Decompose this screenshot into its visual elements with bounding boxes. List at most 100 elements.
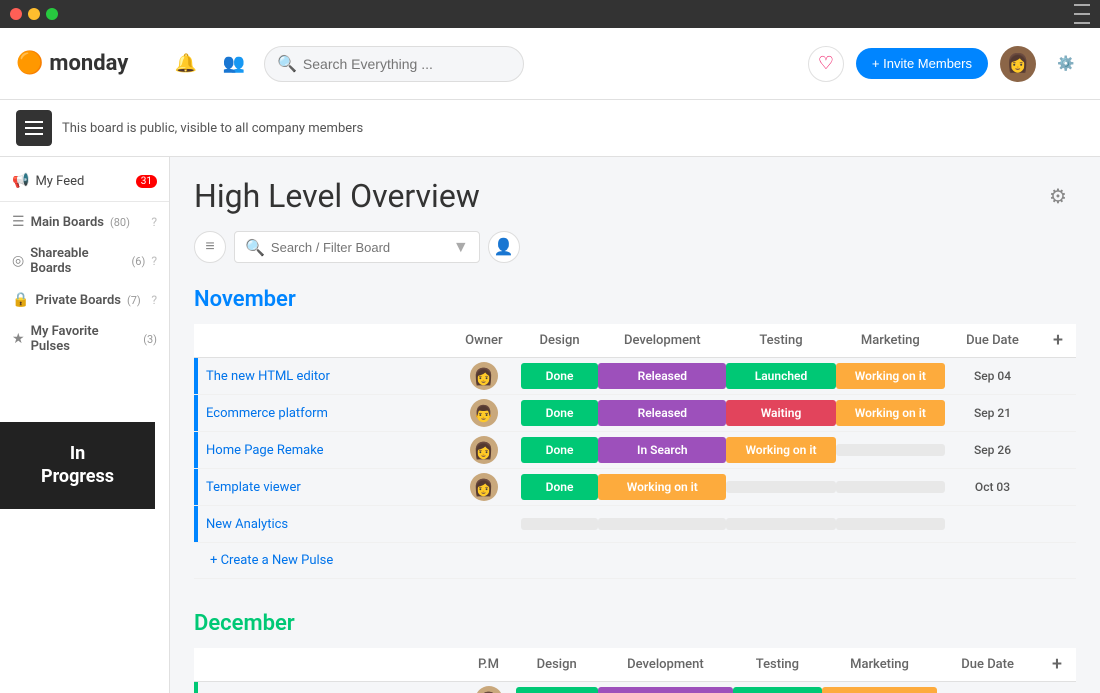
testing-status[interactable] — [726, 481, 835, 493]
marketing-cell[interactable]: Working on it — [836, 358, 945, 395]
team-button[interactable]: 👥 — [216, 46, 252, 82]
marketing-status[interactable] — [836, 518, 945, 530]
development-cell[interactable]: Released — [598, 358, 726, 395]
december-table: P.M Design Development Testing Marketing… — [194, 648, 1076, 693]
row-label[interactable]: New App — [198, 682, 461, 693]
row-label[interactable]: New Analytics — [198, 506, 447, 542]
menu-toggle-button[interactable] — [16, 110, 52, 146]
shareable-boards-help[interactable]: ? — [151, 254, 157, 268]
marketing-cell[interactable] — [836, 506, 945, 543]
main-boards-help[interactable]: ? — [151, 215, 157, 229]
testing-cell[interactable]: Launched — [726, 358, 835, 395]
development-status[interactable]: Working on it — [598, 474, 726, 500]
favorites-button[interactable]: ♡ — [808, 46, 844, 82]
design-cell[interactable]: Done — [521, 395, 599, 432]
add-column-dec-button[interactable]: + — [1038, 648, 1076, 682]
filter-search-bar[interactable]: 🔍 ▼ — [234, 231, 480, 263]
marketing-status[interactable]: Working on it — [836, 400, 945, 426]
design-status[interactable]: Done — [521, 474, 599, 500]
design-cell[interactable]: Done — [521, 432, 599, 469]
filter-dropdown-icon[interactable]: ▼ — [453, 237, 469, 257]
marketing-cell[interactable]: Working on it — [822, 682, 938, 693]
design-status[interactable]: Done — [516, 687, 598, 693]
testing-cell[interactable]: Waiting — [726, 395, 835, 432]
owner-avatar: 👩 — [475, 686, 503, 693]
design-cell[interactable]: Done — [516, 682, 598, 693]
add-column-button[interactable]: + — [1040, 324, 1076, 358]
star-icon: ★ — [12, 331, 25, 347]
testing-cell[interactable] — [726, 506, 835, 543]
marketing-cell[interactable] — [836, 432, 945, 469]
testing-status[interactable]: Waiting — [726, 400, 835, 426]
development-cell[interactable]: In Search — [598, 432, 726, 469]
close-dot[interactable] — [10, 8, 22, 20]
marketing-status[interactable]: Working on it — [822, 687, 938, 693]
development-cell[interactable]: Released — [598, 682, 733, 693]
filter-search-input[interactable] — [271, 240, 447, 255]
search-input[interactable] — [303, 56, 511, 72]
row-label-cell: Home Page Remake — [198, 432, 447, 469]
development-status[interactable]: In Search — [598, 437, 726, 463]
row-label[interactable]: The new HTML editor — [198, 358, 447, 394]
design-cell[interactable] — [521, 506, 599, 543]
testing-status[interactable]: Launched — [733, 687, 822, 693]
testing-cell[interactable]: Working on it — [726, 432, 835, 469]
testing-cell[interactable] — [726, 469, 835, 506]
board-title-row: High Level Overview ⚙ — [194, 177, 1076, 215]
minimize-dot[interactable] — [28, 8, 40, 20]
testing-cell[interactable]: Launched — [733, 682, 822, 693]
design-status[interactable] — [521, 518, 599, 530]
person-filter-button[interactable]: 👤 — [488, 231, 520, 263]
row-label[interactable]: Template viewer — [198, 469, 447, 505]
marketing-status[interactable] — [836, 481, 945, 493]
sidebar-item-private-boards[interactable]: 🔒 Private Boards (7) ? — [0, 284, 169, 316]
sidebar-item-shareable-boards[interactable]: ◎ Shareable Boards (6) ? — [0, 238, 169, 284]
development-cell[interactable]: Working on it — [598, 469, 726, 506]
development-status[interactable]: Released — [598, 687, 733, 693]
table-row: Template viewer 👩 Done Working on it Oct… — [194, 469, 1076, 506]
public-banner: This board is public, visible to all com… — [0, 100, 1100, 157]
testing-status[interactable] — [726, 518, 835, 530]
marketing-cell[interactable]: Working on it — [836, 395, 945, 432]
december-header-row: P.M Design Development Testing Marketing… — [194, 648, 1076, 682]
development-status[interactable]: Released — [598, 363, 726, 389]
search-bar[interactable]: 🔍 — [264, 46, 524, 82]
row-label[interactable]: Ecommerce platform — [198, 395, 447, 431]
development-cell[interactable] — [598, 506, 726, 543]
marketing-status[interactable] — [836, 444, 945, 456]
sidebar-item-favorites[interactable]: ★ My Favorite Pulses (3) — [0, 316, 169, 362]
board-settings-button[interactable]: ⚙ — [1040, 178, 1076, 214]
view-toggle-button[interactable]: ≡ — [194, 231, 226, 263]
owner-cell: 👩 — [447, 469, 521, 506]
invite-members-button[interactable]: + Invite Members — [856, 48, 988, 79]
marketing-cell[interactable] — [836, 469, 945, 506]
design-cell[interactable]: Done — [521, 469, 599, 506]
row-label[interactable]: Home Page Remake — [198, 432, 447, 468]
lock-icon: 🔒 — [12, 292, 29, 308]
november-section: November Owner Design Development Testin… — [194, 287, 1076, 579]
settings-icon[interactable]: ⚙️ — [1048, 46, 1084, 82]
in-progress-overlay: InProgress — [0, 422, 155, 509]
due-date-cell: Sep 04 — [945, 358, 1040, 395]
user-avatar[interactable]: 👩 — [1000, 46, 1036, 82]
owner-cell: 👩 — [447, 358, 521, 395]
testing-status[interactable]: Launched — [726, 363, 835, 389]
marketing-status[interactable]: Working on it — [836, 363, 945, 389]
filter-search-icon: 🔍 — [245, 238, 265, 257]
nov-col-marketing: Marketing — [836, 324, 945, 358]
development-status[interactable]: Released — [598, 400, 726, 426]
development-status[interactable] — [598, 518, 726, 530]
design-status[interactable]: Done — [521, 437, 599, 463]
design-status[interactable]: Done — [521, 363, 599, 389]
private-boards-help[interactable]: ? — [151, 293, 157, 307]
maximize-dot[interactable] — [46, 8, 58, 20]
sidebar-item-main-boards[interactable]: ☰ Main Boards (80) ? — [0, 206, 169, 238]
development-cell[interactable]: Released — [598, 395, 726, 432]
notifications-button[interactable]: 🔔 — [168, 46, 204, 82]
testing-status[interactable]: Working on it — [726, 437, 835, 463]
design-status[interactable]: Done — [521, 400, 599, 426]
create-pulse-button[interactable]: + Create a New Pulse — [198, 545, 1076, 576]
design-cell[interactable]: Done — [521, 358, 599, 395]
sidebar-item-my-feed[interactable]: 📢 My Feed 31 — [0, 165, 169, 197]
owner-cell: 👩 — [461, 682, 515, 693]
